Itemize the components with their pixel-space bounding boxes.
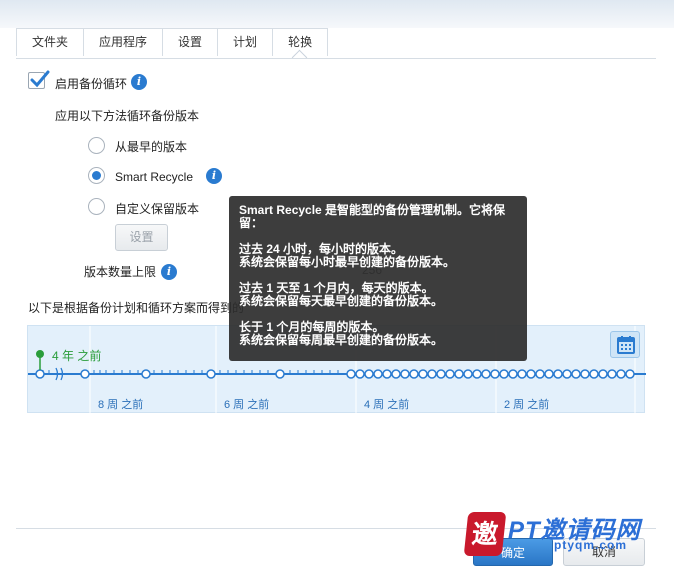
radio-custom-versions[interactable] (88, 198, 105, 215)
enable-rotation-label: 启用备份循环 (55, 77, 128, 91)
timeline-scale-label: 2 周 之前 (504, 399, 550, 411)
timeline-intro-text: 以下是根据备份计划和循环方案而得到的 (28, 301, 245, 315)
tooltip-line: 留： (239, 216, 264, 230)
tooltip-line: 系统会保留每周最早创建的备份版本。 (239, 333, 444, 347)
timeline-scale-label: 6 周 之前 (224, 399, 270, 411)
smart-recycle-tooltip: Smart Recycle 是智能型的备份管理机制。它将保 留： 过去 24 小… (229, 196, 527, 361)
max-versions-label: 版本数量上限 (84, 265, 157, 279)
timeline-scale-label: 8 周 之前 (98, 399, 144, 411)
info-icon[interactable]: i (131, 74, 147, 90)
radio-smart-recycle-label: Smart Recycle (115, 170, 194, 184)
enable-rotation-checkbox[interactable] (28, 70, 50, 89)
tab-bar: 文件夹 应用程序 设置 计划 轮换 (16, 28, 329, 56)
tab-applications[interactable]: 应用程序 (84, 29, 164, 56)
tooltip-line: 系统会保留每小时最早创建的备份版本。 (239, 255, 456, 269)
tooltip-line: Smart Recycle 是智能型的备份管理机制。它将保 (239, 203, 506, 217)
tab-folders[interactable]: 文件夹 (17, 29, 85, 56)
radio-custom-label: 自定义保留版本 (115, 202, 200, 216)
radio-oldest-version[interactable] (88, 137, 105, 154)
settings-button[interactable]: 设置 (115, 224, 168, 251)
info-icon[interactable]: i (161, 264, 177, 280)
tab-divider (16, 58, 656, 59)
ok-button[interactable]: 确定 (473, 538, 553, 566)
radio-smart-recycle[interactable] (88, 167, 105, 184)
calendar-icon (617, 336, 635, 354)
rotation-method-label: 应用以下方法循环备份版本 (55, 109, 200, 123)
radio-oldest-label: 从最早的版本 (115, 140, 188, 154)
tooltip-line: 系统会保留每天最早创建的备份版本。 (239, 294, 444, 308)
calendar-button[interactable] (610, 331, 640, 358)
tab-settings[interactable]: 设置 (163, 29, 219, 56)
info-icon[interactable]: i (206, 168, 222, 184)
tab-rotation[interactable]: 轮换 (273, 29, 328, 56)
timeline-oldest-label: 4 年 之前 (52, 349, 102, 363)
cancel-button[interactable]: 取消 (563, 538, 645, 566)
window-header-band (0, 0, 674, 28)
timeline-scale-label: 4 周 之前 (364, 399, 410, 411)
checkmark-icon (30, 70, 50, 88)
footer-divider (16, 528, 656, 529)
tab-schedule[interactable]: 计划 (218, 29, 274, 56)
